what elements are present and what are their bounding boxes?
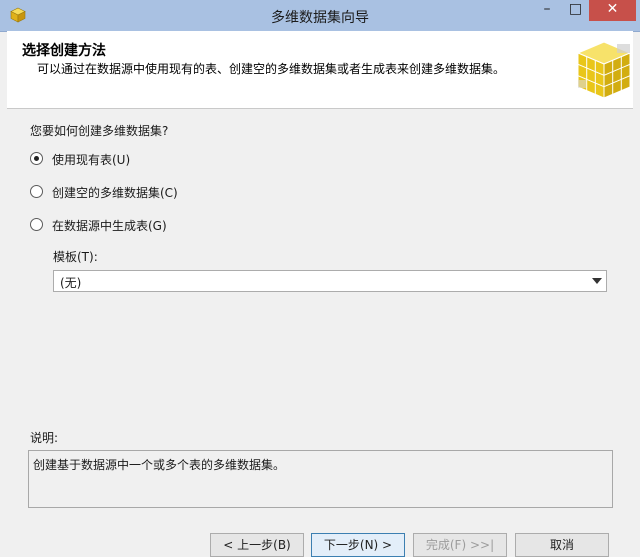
wizard-body: 您要如何创建多维数据集? 使用现有表(U) 创建空的多维数据集(C) 在数据源中… (7, 109, 633, 557)
close-button[interactable]: ✕ (589, 0, 636, 21)
radio-button[interactable] (30, 185, 43, 198)
back-button[interactable]: < 上一步(B) (210, 533, 304, 557)
chevron-down-icon[interactable] (592, 278, 602, 284)
option-label[interactable]: 在数据源中生成表(G) (52, 217, 167, 234)
cancel-button[interactable]: 取消 (515, 533, 609, 557)
template-select[interactable]: (无) (53, 270, 607, 292)
option-label[interactable]: 使用现有表(U) (52, 151, 130, 168)
creation-question: 您要如何创建多维数据集? (30, 124, 169, 138)
option-label[interactable]: 创建空的多维数据集(C) (52, 184, 178, 201)
description-text: 创建基于数据源中一个或多个表的多维数据集。 (33, 458, 286, 472)
template-select-value: (无) (60, 276, 82, 290)
radio-button[interactable] (30, 218, 43, 231)
wizard-header: 选择创建方法 可以通过在数据源中使用现有的表、创建空的多维数据集或者生成表来创建… (7, 31, 633, 109)
page-subtitle: 可以通过在数据源中使用现有的表、创建空的多维数据集或者生成表来创建多维数据集。 (37, 62, 506, 76)
radio-button[interactable] (30, 152, 43, 165)
description-box: 创建基于数据源中一个或多个表的多维数据集。 (28, 450, 613, 508)
radio-selected-dot (34, 156, 39, 161)
finish-button[interactable]: 完成(F) >>| (413, 533, 507, 557)
description-label: 说明: (30, 431, 59, 445)
next-button[interactable]: 下一步(N) > (311, 533, 405, 557)
page-title: 选择创建方法 (22, 43, 106, 59)
template-label: 模板(T): (53, 250, 98, 264)
maximize-button[interactable]: □ (562, 0, 589, 21)
yellow-cube-icon (577, 41, 632, 99)
minimize-button[interactable]: – (532, 0, 562, 21)
title-bar: 多维数据集向导 – □ ✕ (0, 0, 640, 32)
